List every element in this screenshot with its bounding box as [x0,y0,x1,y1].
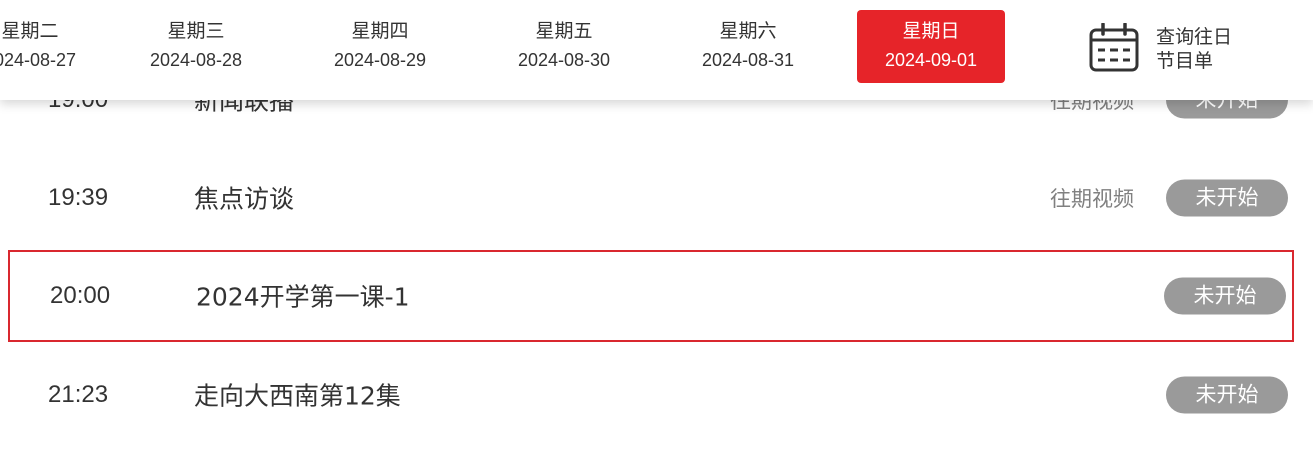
tab-day-thursday[interactable]: 星期四 2024-08-29 [306,10,454,83]
query-past-schedule-label: 查询往日 节目单 [1156,25,1232,73]
tab-day-date: 2024-08-28 [149,50,243,70]
tab-day-name: 星期四 [351,20,409,42]
tab-day-friday[interactable]: 星期五 2024-08-30 [490,10,638,83]
program-time: 21:23 [48,381,109,408]
day-tab-bar: 星期二 2024-08-27 星期三 2024-08-28 星期四 2024-0… [0,0,1313,100]
tab-day-date: 2024-08-31 [701,50,795,70]
tab-day-name: 星期五 [535,20,593,42]
status-badge: 未开始 [1164,277,1286,315]
program-time: 20:00 [50,282,111,309]
query-past-line1: 查询往日 [1156,26,1233,48]
program-time: 19:39 [48,184,109,211]
query-past-line2: 节目单 [1156,50,1214,72]
program-title[interactable]: 走向大西南第12集 [194,376,401,412]
tab-day-date: 2024-08-29 [333,50,427,70]
tv-schedule-page: 19:00 新闻联播 往期视频 未开始 19:39 焦点访谈 往期视频 未开始 … [0,0,1313,456]
program-title[interactable]: 焦点访谈 [194,179,294,215]
calendar-icon [1089,23,1139,72]
tab-day-date: 2024-08-27 [0,50,77,70]
program-row-current[interactable]: 20:00 2024开学第一课-1 未开始 [8,250,1294,342]
status-badge: 未开始 [1166,179,1288,217]
status-badge: 未开始 [1166,376,1288,414]
tab-day-name: 星期六 [719,20,777,42]
tab-day-name: 星期三 [167,20,225,42]
tab-day-date: 2024-08-30 [517,50,611,70]
program-row[interactable]: 21:23 走向大西南第12集 未开始 [8,349,1294,441]
tab-day-wednesday[interactable]: 星期三 2024-08-28 [122,10,270,83]
program-row[interactable]: 19:39 焦点访谈 往期视频 未开始 [8,152,1294,244]
tab-day-tuesday[interactable]: 星期二 2024-08-27 [0,10,104,83]
tab-day-saturday[interactable]: 星期六 2024-08-31 [674,10,822,83]
tab-day-date: 2024-09-01 [884,50,978,70]
query-past-schedule-link[interactable]: 查询往日 节目单 [1088,18,1288,80]
tab-day-sunday[interactable]: 星期日 2024-09-01 [857,10,1005,83]
program-title[interactable]: 2024开学第一课-1 [196,277,410,313]
tab-day-name: 星期二 [1,20,59,42]
tab-day-name: 星期日 [902,20,960,42]
past-video-link[interactable]: 往期视频 [1050,183,1134,213]
